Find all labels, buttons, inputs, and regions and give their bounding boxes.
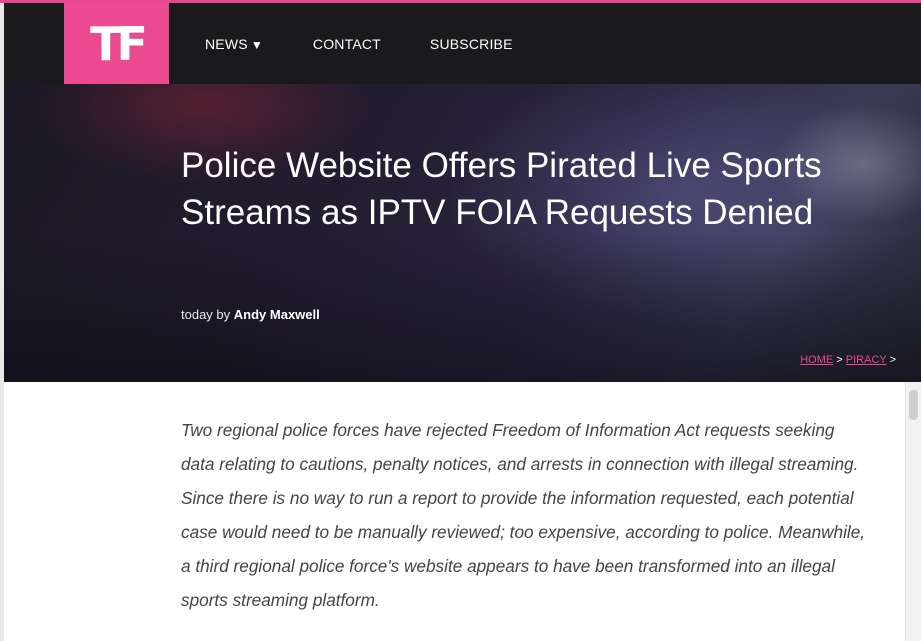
site-header: TF NEWS ▼ CONTACT SUBSCRIBE bbox=[4, 3, 921, 84]
breadcrumb: HOME > PIRACY > bbox=[800, 354, 896, 366]
chevron-down-icon: ▼ bbox=[250, 38, 263, 52]
breadcrumb-piracy[interactable]: PIRACY bbox=[846, 354, 887, 366]
article-hero: Police Website Offers Pirated Live Sport… bbox=[4, 84, 921, 382]
article-body: Two regional police forces have rejected… bbox=[4, 382, 905, 641]
nav-subscribe[interactable]: SUBSCRIBE bbox=[430, 36, 513, 52]
byline: today by Andy Maxwell bbox=[181, 307, 320, 322]
article-lead: Two regional police forces have rejected… bbox=[181, 420, 866, 610]
scrollbar-thumb[interactable] bbox=[909, 390, 918, 420]
main-nav: NEWS ▼ CONTACT SUBSCRIBE bbox=[205, 36, 513, 52]
nav-news-label: NEWS bbox=[205, 36, 248, 52]
nav-contact[interactable]: CONTACT bbox=[313, 36, 381, 52]
nav-news[interactable]: NEWS ▼ bbox=[205, 36, 263, 52]
breadcrumb-separator: > bbox=[886, 354, 896, 366]
hero-shade bbox=[4, 234, 921, 382]
site-logo[interactable]: TF bbox=[64, 3, 169, 84]
breadcrumb-separator: > bbox=[833, 354, 846, 366]
author-link[interactable]: Andy Maxwell bbox=[234, 307, 320, 322]
article-title: Police Website Offers Pirated Live Sport… bbox=[181, 146, 822, 232]
breadcrumb-home[interactable]: HOME bbox=[800, 354, 833, 366]
page-scrollbar[interactable] bbox=[905, 382, 921, 641]
byline-prefix: today by bbox=[181, 307, 231, 322]
logo-text: TF bbox=[90, 16, 148, 71]
